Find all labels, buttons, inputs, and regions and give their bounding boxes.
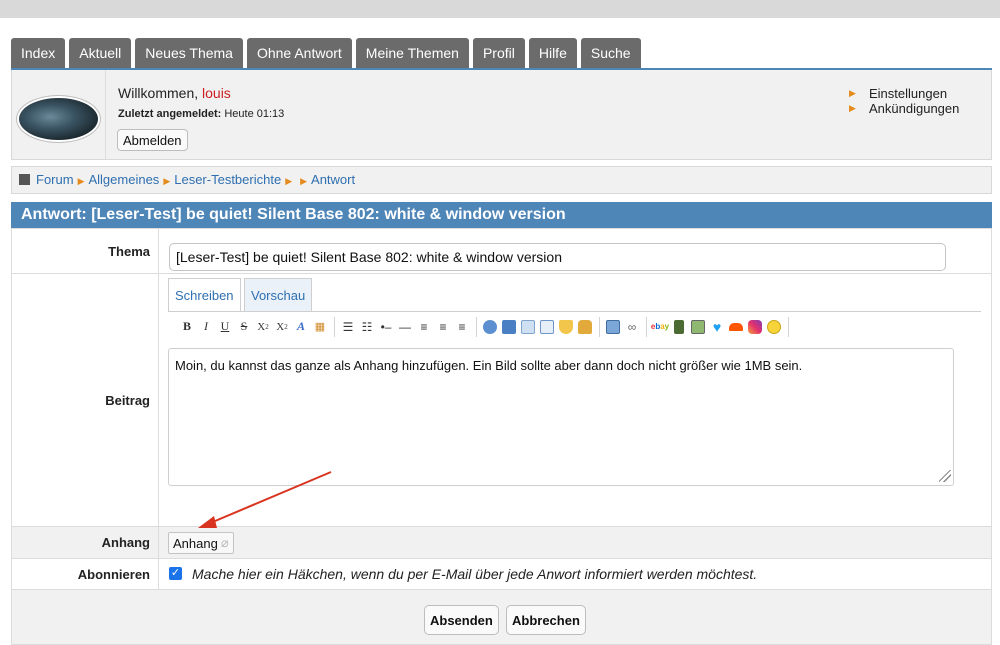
tab-ohne-antwort[interactable]: Ohne Antwort: [246, 38, 352, 68]
breadcrumb-arrow-icon: ▶: [300, 176, 308, 186]
toolbar-separator: [476, 316, 477, 337]
tab-profil[interactable]: Profil: [472, 38, 525, 68]
main-nav-tabs: Index Aktuell Neues Thema Ohne Antwort M…: [11, 38, 641, 68]
align-left-icon[interactable]: ≡: [415, 318, 433, 336]
soundcloud-icon[interactable]: [727, 318, 745, 336]
forum-square-icon: [19, 174, 30, 185]
color-grid-icon[interactable]: ▦: [311, 318, 329, 336]
underline-icon[interactable]: U: [216, 318, 234, 336]
logout-button[interactable]: Abmelden: [117, 129, 188, 151]
horizontal-rule-icon[interactable]: —: [396, 318, 414, 336]
italic-icon[interactable]: I: [197, 318, 215, 336]
last-login-value: Heute 01:13: [221, 108, 285, 120]
video-icon[interactable]: [670, 318, 688, 336]
anhang-button-label: Anhang: [173, 535, 218, 551]
breadcrumb-allgemeines[interactable]: Allgemeines: [88, 172, 159, 187]
link-einstellungen[interactable]: ▶ Einstellungen: [849, 86, 959, 101]
shield-icon[interactable]: [557, 318, 575, 336]
twitter-icon[interactable]: ♥: [708, 318, 726, 336]
tab-vorschau[interactable]: Vorschau: [244, 278, 313, 312]
last-login-label: Zuletzt angemeldet:: [118, 108, 222, 120]
breadcrumb-arrow-icon: ▶: [77, 176, 85, 186]
tab-schreiben[interactable]: Schreiben: [168, 278, 241, 311]
abonnieren-label: Abonnieren: [12, 559, 159, 589]
arrow-right-icon: ▶: [849, 103, 856, 113]
subscript-icon[interactable]: X2: [254, 318, 272, 336]
list-item-icon[interactable]: •–: [377, 318, 395, 336]
image-icon[interactable]: [604, 318, 622, 336]
abonnieren-text: Mache hier ein Häkchen, wenn du per E-Ma…: [192, 566, 758, 582]
code-icon[interactable]: [519, 318, 537, 336]
breadcrumb-antwort[interactable]: Antwort: [311, 172, 355, 187]
link-ankuendigungen-label: Ankündigungen: [869, 101, 960, 116]
breadcrumb-arrow-icon: ▶: [163, 176, 171, 186]
row-submit: Absenden Abbrechen: [11, 590, 992, 645]
browser-top-bar: [0, 0, 1000, 18]
tab-neues-thema[interactable]: Neues Thema: [135, 38, 243, 68]
toolbar-separator: [788, 316, 789, 337]
breadcrumb-arrow-icon: ▶: [285, 176, 293, 186]
submit-button[interactable]: Absenden: [424, 605, 499, 635]
toolbar-separator: [334, 316, 335, 337]
row-anhang: Anhang Anhang ⌀: [11, 527, 992, 559]
unordered-list-icon[interactable]: ☰: [339, 318, 357, 336]
tab-index[interactable]: Index: [11, 38, 66, 68]
link-ankuendigungen[interactable]: ▶ Ankündigungen: [849, 101, 959, 116]
tab-suche[interactable]: Suche: [580, 38, 641, 68]
row-thema: Thema: [11, 228, 992, 274]
username-link[interactable]: louis: [202, 85, 231, 101]
superscript-icon[interactable]: X2: [273, 318, 291, 336]
last-login: Zuletzt angemeldet: Heute 01:13: [118, 108, 284, 120]
page-title: Antwort: [Leser-Test] be quiet! Silent B…: [11, 202, 992, 228]
cancel-button[interactable]: Abbrechen: [506, 605, 586, 635]
quote-user-icon[interactable]: [500, 318, 518, 336]
align-right-icon[interactable]: ≡: [453, 318, 471, 336]
smiley-icon[interactable]: [765, 318, 783, 336]
welcome-prefix: Willkommen,: [118, 85, 203, 101]
toolbar-separator: [646, 316, 647, 337]
beitrag-textarea[interactable]: Moin, du kannst das ganze als Anhang hin…: [168, 348, 954, 486]
arrow-right-icon: ▶: [849, 88, 856, 98]
strikethrough-icon[interactable]: S: [235, 318, 253, 336]
avatar[interactable]: [19, 98, 98, 140]
anhang-button[interactable]: Anhang ⌀: [168, 532, 234, 554]
row-beitrag: Beitrag Schreiben Vorschau B I U S X2 X2…: [11, 274, 992, 527]
thema-label: Thema: [12, 229, 159, 273]
breadcrumb-leser-testberichte[interactable]: Leser-Testberichte: [174, 172, 281, 187]
user-panel: Willkommen, louis Zuletzt angemeldet: He…: [11, 70, 992, 160]
spoiler-icon[interactable]: [538, 318, 556, 336]
beitrag-label: Beitrag: [12, 274, 159, 526]
resize-grip-icon[interactable]: [939, 470, 951, 482]
bold-icon[interactable]: B: [178, 318, 196, 336]
gallery-icon[interactable]: [689, 318, 707, 336]
editor-toolbar: B I U S X2 X2 A ▦ ☰ ☷ •– — ≡ ≡ ≡ ∞ ebay …: [168, 311, 981, 341]
abonnieren-checkbox[interactable]: ✓: [169, 567, 182, 580]
ordered-list-icon[interactable]: ☷: [358, 318, 376, 336]
breadcrumb: Forum ▶ Allgemeines ▶ Leser-Testberichte ▶ ▶ An…: [11, 166, 992, 194]
font-color-icon[interactable]: A: [292, 318, 310, 336]
row-abonnieren: Abonnieren ✓ Mache hier ein Häkchen, wen…: [11, 559, 992, 590]
lock-icon[interactable]: [576, 318, 594, 336]
tab-aktuell[interactable]: Aktuell: [69, 38, 132, 68]
anhang-label: Anhang: [12, 527, 159, 558]
thema-input[interactable]: [169, 243, 946, 271]
tab-hilfe[interactable]: Hilfe: [528, 38, 577, 68]
toolbar-separator: [599, 316, 600, 337]
instagram-icon[interactable]: [746, 318, 764, 336]
align-center-icon[interactable]: ≡: [434, 318, 452, 336]
welcome-text: Willkommen, louis: [118, 85, 231, 101]
ebay-icon[interactable]: ebay: [651, 318, 669, 336]
tab-meine-themen[interactable]: Meine Themen: [355, 38, 469, 68]
avatar-cell: [12, 70, 106, 159]
link-einstellungen-label: Einstellungen: [869, 86, 948, 101]
paperclip-icon: ⌀: [220, 535, 229, 550]
link-icon[interactable]: ∞: [623, 318, 641, 336]
breadcrumb-forum[interactable]: Forum: [36, 172, 74, 187]
user-links: ▶ Einstellungen ▶ Ankündigungen: [849, 86, 959, 116]
quote-icon[interactable]: [481, 318, 499, 336]
